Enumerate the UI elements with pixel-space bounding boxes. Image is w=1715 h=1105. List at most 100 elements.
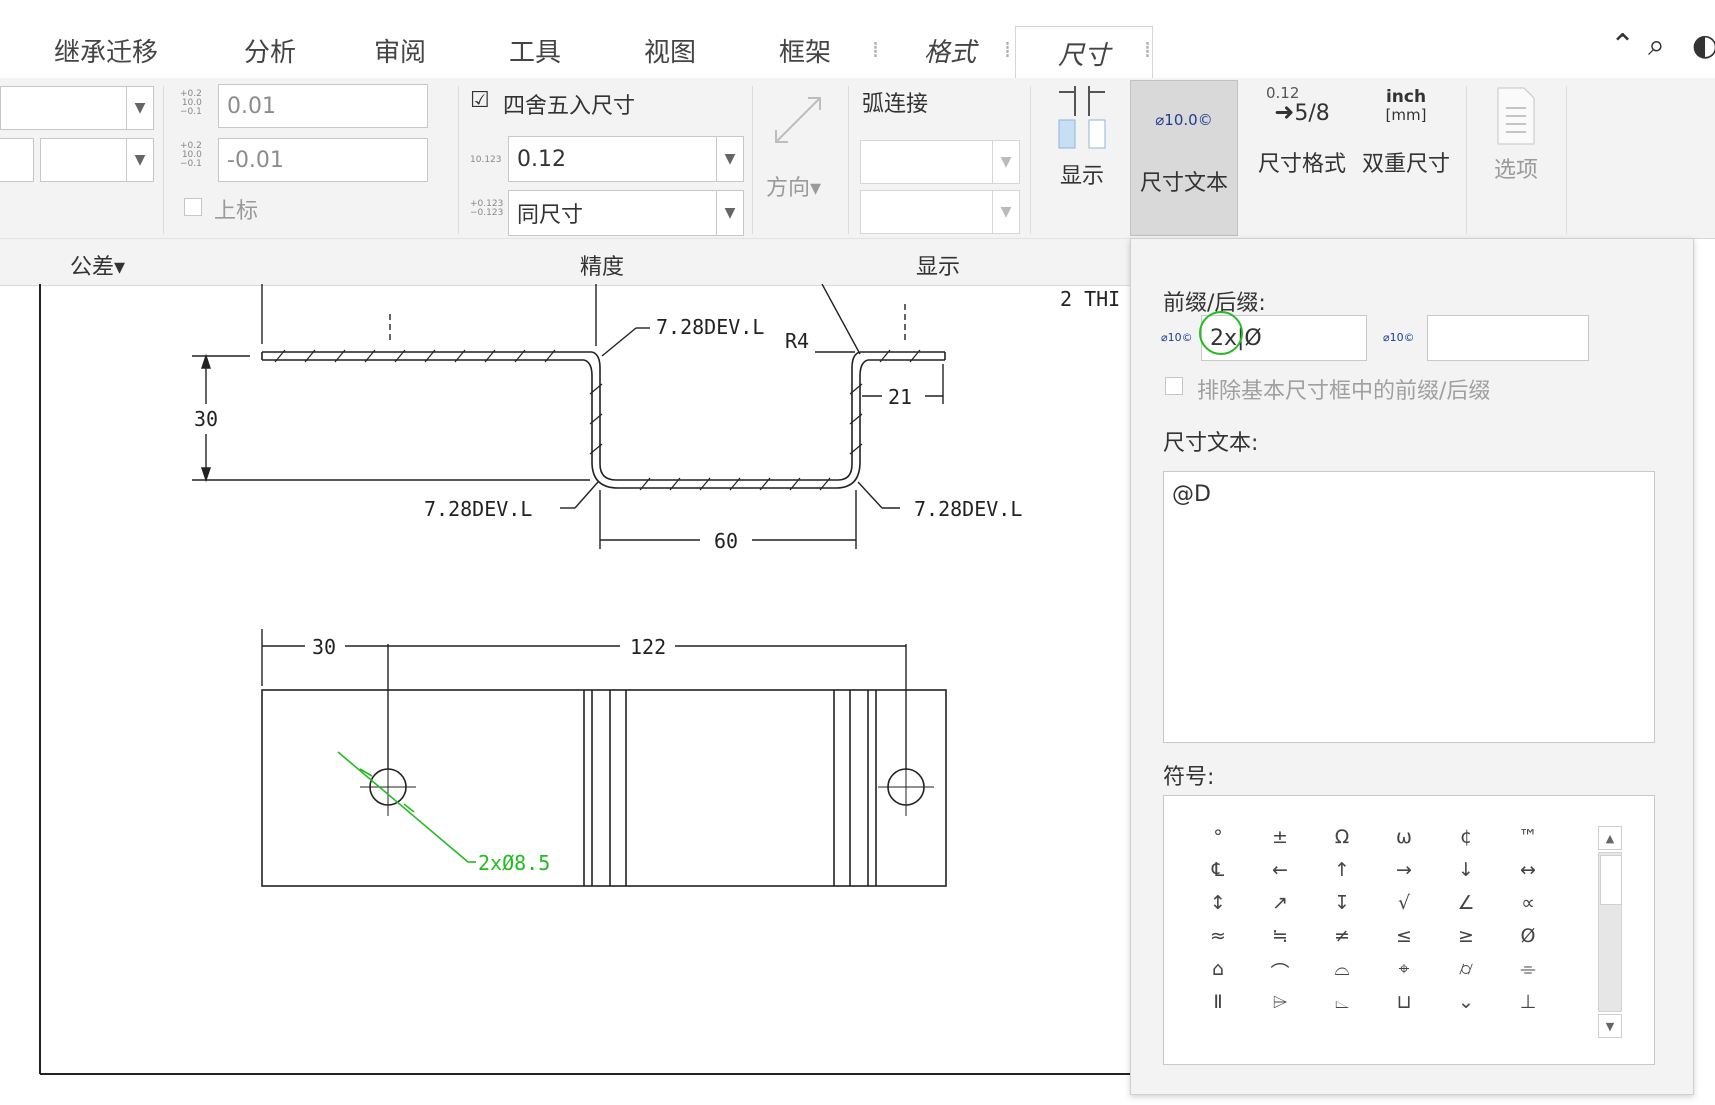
symbol-button[interactable]: ≠ bbox=[1322, 925, 1362, 947]
help-icon[interactable]: ◐ bbox=[1692, 28, 1715, 63]
tolerance-group-label[interactable]: 公差▾ bbox=[70, 249, 125, 281]
symbol-button[interactable]: ⌂ bbox=[1198, 958, 1238, 980]
tab-dimension[interactable]: 尺寸 bbox=[1015, 26, 1153, 79]
symbol-button[interactable]: Ø bbox=[1508, 925, 1548, 947]
tolerance-mode-select[interactable]: ▼ bbox=[0, 86, 154, 130]
front-view[interactable] bbox=[261, 349, 946, 491]
top-view[interactable] bbox=[261, 689, 947, 887]
dev-label-left[interactable]: 7.28DEV.L bbox=[424, 497, 532, 521]
symbol-button[interactable]: ← bbox=[1260, 859, 1300, 881]
dimension-format-label: 尺寸格式 bbox=[1257, 152, 1346, 177]
dim-30-bottom[interactable]: 30 bbox=[312, 635, 336, 659]
symbol-button[interactable]: ↓ bbox=[1446, 859, 1486, 881]
symbol-button[interactable]: ⊥ bbox=[1508, 991, 1548, 1013]
symbol-button[interactable]: → bbox=[1384, 859, 1424, 881]
symbol-button[interactable]: ¢ bbox=[1446, 826, 1486, 848]
arc-select-2[interactable]: ▼ bbox=[860, 190, 1020, 234]
tab-format[interactable]: 格式 bbox=[890, 30, 1010, 70]
symbol-button[interactable]: ↑ bbox=[1322, 859, 1362, 881]
tab-separator: ⁞ bbox=[1144, 38, 1151, 63]
direction-dropdown[interactable]: 方向▾ bbox=[766, 170, 821, 202]
symbol-button[interactable]: ⊔ bbox=[1384, 991, 1424, 1013]
tab-tools[interactable]: 工具 bbox=[475, 30, 595, 70]
tolerance-std-select[interactable] bbox=[0, 138, 34, 182]
dimension-text-button[interactable]: ⌀10.0© 尺寸文本 bbox=[1130, 80, 1238, 236]
dim-r4[interactable]: R4 bbox=[785, 329, 809, 353]
dimension-text-field-label: 尺寸文本: bbox=[1163, 431, 1259, 456]
symbol-button[interactable]: ↔ bbox=[1508, 859, 1548, 881]
symbol-button[interactable]: ↕ bbox=[1198, 892, 1238, 914]
suffix-input[interactable] bbox=[1427, 315, 1589, 361]
arc-select-1[interactable]: ▼ bbox=[860, 140, 1020, 184]
dim-format-fraction: 5/8 bbox=[1294, 101, 1330, 126]
precision-group-label: 精度 bbox=[580, 255, 625, 280]
scrollbar-track[interactable] bbox=[1598, 852, 1622, 1012]
tab-view[interactable]: 视图 bbox=[610, 30, 730, 70]
superscript-checkbox[interactable] bbox=[184, 198, 202, 216]
symbol-button[interactable]: ∠ bbox=[1446, 892, 1486, 914]
symbol-button[interactable]: ° bbox=[1198, 826, 1238, 848]
scrollbar-thumb[interactable] bbox=[1600, 855, 1622, 905]
symbol-button[interactable]: ⌄ bbox=[1446, 991, 1486, 1013]
exclude-prefix-label: 排除基本尺寸框中的前缀/后缀 bbox=[1197, 379, 1491, 404]
symbol-button[interactable]: ℄ bbox=[1198, 859, 1238, 881]
symbol-button[interactable]: ⌖ bbox=[1384, 958, 1424, 980]
exclude-prefix-checkbox[interactable] bbox=[1165, 377, 1183, 395]
dim-60[interactable]: 60 bbox=[714, 529, 738, 553]
symbol-button[interactable]: ω bbox=[1384, 826, 1424, 848]
dual-dim-icon-top: inch bbox=[1385, 87, 1427, 107]
symbol-button[interactable]: Ⅱ bbox=[1198, 991, 1238, 1013]
symbol-button[interactable]: ⌯ bbox=[1508, 958, 1548, 980]
tab-separator: ⁞ bbox=[1004, 38, 1011, 63]
symbol-button[interactable]: ≥ bbox=[1446, 925, 1486, 947]
symbol-button[interactable]: ⌭ bbox=[1446, 958, 1486, 980]
symbol-button[interactable]: ⌒ bbox=[1260, 958, 1300, 985]
hole-callout-leader[interactable] bbox=[337, 751, 476, 863]
lower-tolerance-field[interactable]: -0.01 bbox=[218, 138, 428, 182]
dim-21[interactable]: 21 bbox=[888, 385, 912, 409]
dim-30[interactable]: 30 bbox=[194, 407, 218, 431]
symbol-button[interactable]: ≒ bbox=[1260, 925, 1300, 947]
decimal-places-select[interactable]: 0.12 ▼ bbox=[508, 136, 744, 182]
options-button[interactable]: 选项 bbox=[1476, 86, 1556, 184]
document-icon bbox=[1497, 87, 1535, 145]
dual-dimension-button[interactable]: inch [mm] 双重尺寸 bbox=[1356, 88, 1456, 178]
tab-review[interactable]: 审阅 bbox=[340, 30, 460, 70]
tol-decimal-select[interactable]: 同尺寸 ▼ bbox=[508, 190, 744, 236]
symbol-button[interactable]: ≤ bbox=[1384, 925, 1424, 947]
tolerance-table-select[interactable]: ▼ bbox=[40, 138, 154, 182]
tab-inherit-migrate[interactable]: 继承迁移 bbox=[18, 30, 194, 70]
search-icon[interactable]: ⌕ bbox=[1648, 28, 1665, 63]
symbol-button[interactable]: ≈ bbox=[1198, 925, 1238, 947]
front-view-dimensions[interactable] bbox=[192, 284, 944, 549]
dimension-format-button[interactable]: 0.12 ➜5/8 尺寸格式 bbox=[1252, 84, 1352, 178]
dev-label-top[interactable]: 7.28DEV.L bbox=[656, 315, 764, 339]
arc-connect-label: 弧连接 bbox=[862, 92, 929, 117]
dim-80[interactable]: 80 bbox=[418, 284, 442, 287]
symbol-button[interactable]: Ω bbox=[1322, 826, 1362, 848]
symbol-button[interactable]: ⌓ bbox=[1322, 958, 1362, 980]
upper-tolerance-field[interactable]: 0.01 bbox=[218, 84, 428, 128]
thickness-note[interactable]: 2 THI bbox=[1060, 287, 1120, 311]
symbol-button[interactable]: ↗ bbox=[1260, 892, 1300, 914]
scroll-down-icon[interactable]: ▼ bbox=[1598, 1014, 1622, 1038]
tab-analysis[interactable]: 分析 bbox=[210, 30, 330, 70]
symbol-button[interactable]: ∝ bbox=[1508, 892, 1548, 914]
hole-callout-text[interactable]: 2xØ8.5 bbox=[478, 851, 550, 875]
symbol-button[interactable]: ↧ bbox=[1322, 892, 1362, 914]
scroll-up-icon[interactable]: ▲ bbox=[1598, 826, 1622, 850]
dev-label-right[interactable]: 7.28DEV.L bbox=[914, 497, 1022, 521]
symbol-button[interactable]: ™ bbox=[1508, 826, 1548, 848]
symbol-button[interactable]: √ bbox=[1384, 892, 1424, 914]
symbol-button[interactable]: ⌲ bbox=[1260, 991, 1300, 1013]
show-button[interactable]: 显示 bbox=[1050, 86, 1114, 190]
dim-122[interactable]: 122 bbox=[630, 635, 666, 659]
symbol-button[interactable]: ± bbox=[1260, 826, 1300, 848]
collapse-ribbon-icon[interactable]: ⌃ bbox=[1610, 28, 1635, 63]
round-dim-label: 四舍五入尺寸 bbox=[503, 94, 636, 119]
drawing-canvas[interactable]: 80 30 60 21 R4 7.28DEV.L 7.28DEV.L 7.28D… bbox=[0, 284, 1130, 1105]
tab-frame[interactable]: 框架 bbox=[745, 30, 865, 70]
symbol-button[interactable]: ⌳ bbox=[1322, 991, 1362, 1013]
dimension-text-area[interactable]: @D bbox=[1163, 471, 1655, 743]
round-dim-check-glyph[interactable]: ☑ bbox=[470, 88, 490, 113]
